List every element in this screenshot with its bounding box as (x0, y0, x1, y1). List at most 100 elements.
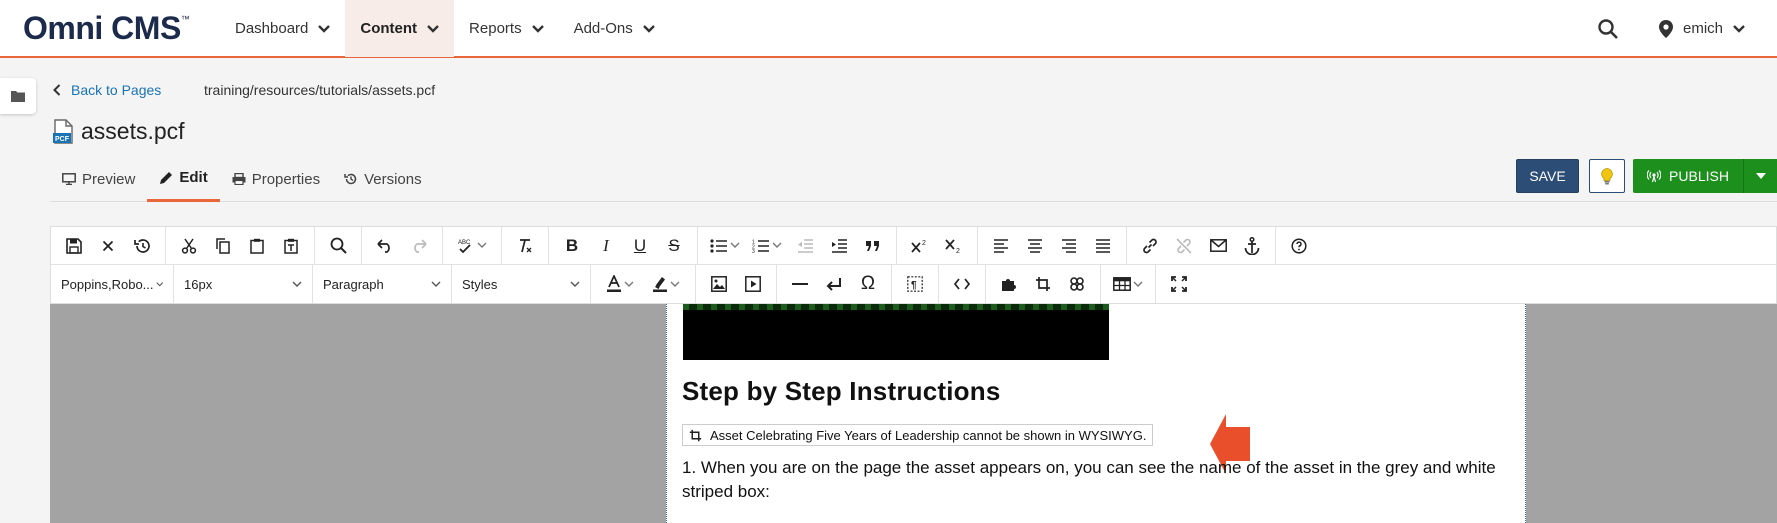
insert-link-icon[interactable] (1133, 230, 1167, 262)
bullet-list-icon[interactable] (704, 230, 746, 262)
numbered-list-icon[interactable]: 123 (746, 230, 788, 262)
unlink-icon[interactable] (1167, 230, 1201, 262)
toolbar-group-text-style: B I U S (549, 226, 698, 265)
user-menu[interactable]: emich (1658, 19, 1755, 38)
cut-icon[interactable] (172, 230, 206, 262)
editable-page[interactable]: Step by Step Instructions Asset Celebrat… (666, 304, 1526, 523)
show-blocks-icon[interactable]: ¶ (898, 268, 932, 300)
font-size-value: 16px (184, 276, 213, 292)
font-family-value: Poppins,Robo... (61, 276, 154, 292)
file-navigation-toggle[interactable] (0, 78, 36, 114)
tab-properties-label: Properties (251, 170, 321, 188)
save-icon[interactable] (57, 230, 91, 262)
block-format-select[interactable]: Paragraph (313, 265, 452, 303)
chevron-down-icon (427, 24, 439, 33)
clear-formatting-icon[interactable] (508, 230, 542, 262)
align-center-icon[interactable] (1018, 230, 1052, 262)
indent-icon[interactable] (822, 230, 856, 262)
broadcast-icon (1647, 170, 1662, 182)
align-justify-icon[interactable] (1086, 230, 1120, 262)
redo-icon[interactable] (402, 230, 436, 262)
trademark: ™ (180, 14, 190, 24)
background-color-icon[interactable] (643, 268, 689, 300)
source-code-icon[interactable] (945, 268, 979, 300)
instruction-paragraph[interactable]: 1. When you are on the page the asset ap… (682, 456, 1512, 504)
align-left-icon[interactable] (984, 230, 1018, 262)
tab-edit[interactable]: Edit (147, 156, 220, 202)
tab-properties[interactable]: Properties (220, 156, 332, 202)
nav-reports[interactable]: Reports (454, 0, 559, 57)
file-type-badge: PCF (55, 136, 70, 143)
undo-icon[interactable] (368, 230, 402, 262)
asset-notice-text: Asset Celebrating Five Years of Leadersh… (710, 427, 1147, 443)
svg-text:3: 3 (752, 249, 755, 253)
horizontal-rule-icon[interactable] (783, 268, 817, 300)
insert-image-icon[interactable] (702, 268, 736, 300)
back-label: Back to Pages (71, 82, 162, 98)
line-break-icon[interactable] (817, 268, 851, 300)
nav-reports-label: Reports (469, 20, 522, 37)
chevron-down-icon (155, 281, 163, 286)
tips-button[interactable] (1589, 159, 1625, 193)
nav-add-ons-label: Add-Ons (573, 20, 633, 37)
anchor-icon[interactable] (1235, 230, 1269, 262)
file-path: training/resources/tutorials/assets.pcf (204, 82, 436, 98)
restore-icon[interactable] (125, 230, 159, 262)
nav-content[interactable]: Content (345, 0, 455, 57)
insert-asset-icon[interactable] (1026, 268, 1060, 300)
insert-media-icon[interactable] (736, 268, 770, 300)
insert-gadget-icon[interactable] (1060, 268, 1094, 300)
align-right-icon[interactable] (1052, 230, 1086, 262)
underline-icon[interactable]: U (623, 230, 657, 262)
font-family-select[interactable]: Poppins,Robo... (51, 265, 174, 303)
folder-icon (11, 91, 25, 102)
spellcheck-icon[interactable]: ABC (449, 230, 495, 262)
outdent-icon[interactable] (788, 230, 822, 262)
tab-versions[interactable]: Versions (332, 156, 434, 202)
nav-add-ons[interactable]: Add-Ons (559, 0, 670, 57)
toolbar-group-lists: 123 (698, 226, 897, 265)
font-size-select[interactable]: 16px (174, 265, 313, 303)
table-icon[interactable] (1107, 268, 1149, 300)
email-link-icon[interactable] (1201, 230, 1235, 262)
asset-icon (689, 429, 702, 441)
back-to-pages-link[interactable]: Back to Pages (53, 82, 161, 98)
save-button[interactable]: SAVE (1516, 159, 1579, 193)
toolbar-group-view (1156, 265, 1202, 303)
find-replace-icon[interactable] (321, 230, 355, 262)
special-character-icon[interactable]: Ω (851, 268, 885, 300)
superscript-icon[interactable]: 2 (903, 230, 937, 262)
publish-dropdown-toggle[interactable] (1743, 159, 1777, 193)
paste-text-icon[interactable] (274, 230, 308, 262)
caret-down-icon (1755, 173, 1766, 179)
toolbar-group-find (315, 226, 362, 265)
publish-button[interactable]: PUBLISH (1633, 159, 1743, 193)
section-heading[interactable]: Step by Step Instructions (682, 376, 1001, 407)
top-navigation-bar: Omni CMS™ Dashboard Content Reports Add-… (0, 0, 1777, 58)
strikethrough-icon[interactable]: S (657, 230, 691, 262)
content-image[interactable] (683, 304, 1109, 360)
subscript-icon[interactable]: 2 (937, 230, 971, 262)
nav-dashboard-label: Dashboard (235, 20, 309, 37)
blockquote-icon[interactable] (856, 230, 890, 262)
omni-cms-logo[interactable]: Omni CMS™ (23, 10, 190, 47)
fullscreen-icon[interactable] (1162, 268, 1196, 300)
toolbar-row-2: Poppins,Robo... 16px Paragraph Styles Ω … (51, 265, 1776, 303)
asset-placeholder[interactable]: Asset Celebrating Five Years of Leadersh… (682, 424, 1154, 446)
nav-dashboard[interactable]: Dashboard (220, 0, 345, 57)
italic-icon[interactable]: I (589, 230, 623, 262)
cancel-icon[interactable] (91, 230, 125, 262)
paste-icon[interactable] (240, 230, 274, 262)
help-icon[interactable] (1282, 230, 1316, 262)
page-title: PCF assets.pcf (53, 118, 185, 145)
insert-snippet-icon[interactable] (992, 268, 1026, 300)
chevron-down-icon (624, 281, 634, 287)
bold-icon[interactable]: B (555, 230, 589, 262)
copy-icon[interactable] (206, 230, 240, 262)
text-color-icon[interactable] (597, 268, 643, 300)
toolbar-group-links (1127, 226, 1276, 265)
toolbar-group-help (1276, 227, 1322, 265)
tab-preview[interactable]: Preview (50, 156, 147, 202)
search-icon[interactable] (1597, 18, 1619, 40)
styles-select[interactable]: Styles (452, 265, 591, 303)
